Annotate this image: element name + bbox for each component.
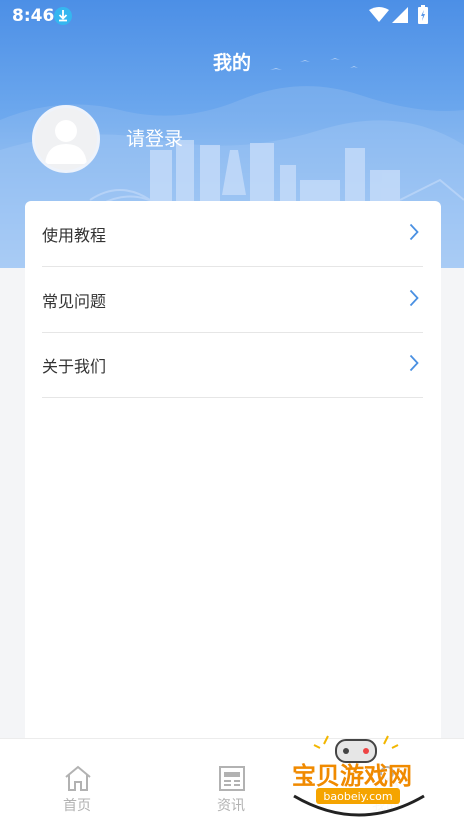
chevron-right-icon (409, 289, 419, 307)
news-icon (219, 766, 245, 791)
status-time: 8:46 (12, 6, 55, 26)
chevron-right-icon (409, 223, 419, 241)
tab-news-label: 资讯 (217, 798, 245, 814)
login-link[interactable]: 请登录 (126, 124, 183, 151)
menu-item-label: 使用教程 (42, 226, 107, 245)
menu-item-label: 常见问题 (42, 292, 107, 311)
status-bar: 8:46 (0, 0, 464, 32)
watermark-text: 宝贝游戏网 (292, 762, 412, 790)
tab-home-label: 首页 (63, 798, 91, 814)
watermark-logo: 宝贝游戏网 baobeiy.com (289, 735, 429, 818)
signal-icon (392, 7, 408, 23)
home-icon (65, 765, 91, 791)
tab-news[interactable]: 资讯 (171, 739, 291, 826)
menu-card: 使用教程 常见问题 关于我们 (25, 201, 441, 761)
user-icon (45, 120, 87, 164)
chevron-right-icon (409, 354, 419, 372)
battery-icon (418, 5, 428, 24)
menu-item-about-us[interactable]: 关于我们 (42, 332, 423, 398)
menu-item-tutorial[interactable]: 使用教程 (42, 201, 423, 267)
download-icon (54, 7, 72, 25)
watermark-url: baobeiy.com (323, 790, 392, 803)
avatar[interactable] (32, 105, 100, 173)
page-title: 我的 (212, 52, 251, 74)
menu-item-label: 关于我们 (42, 357, 107, 376)
tab-home[interactable]: 首页 (17, 739, 137, 826)
menu-item-faq[interactable]: 常见问题 (42, 267, 423, 333)
wifi-icon (369, 7, 389, 22)
